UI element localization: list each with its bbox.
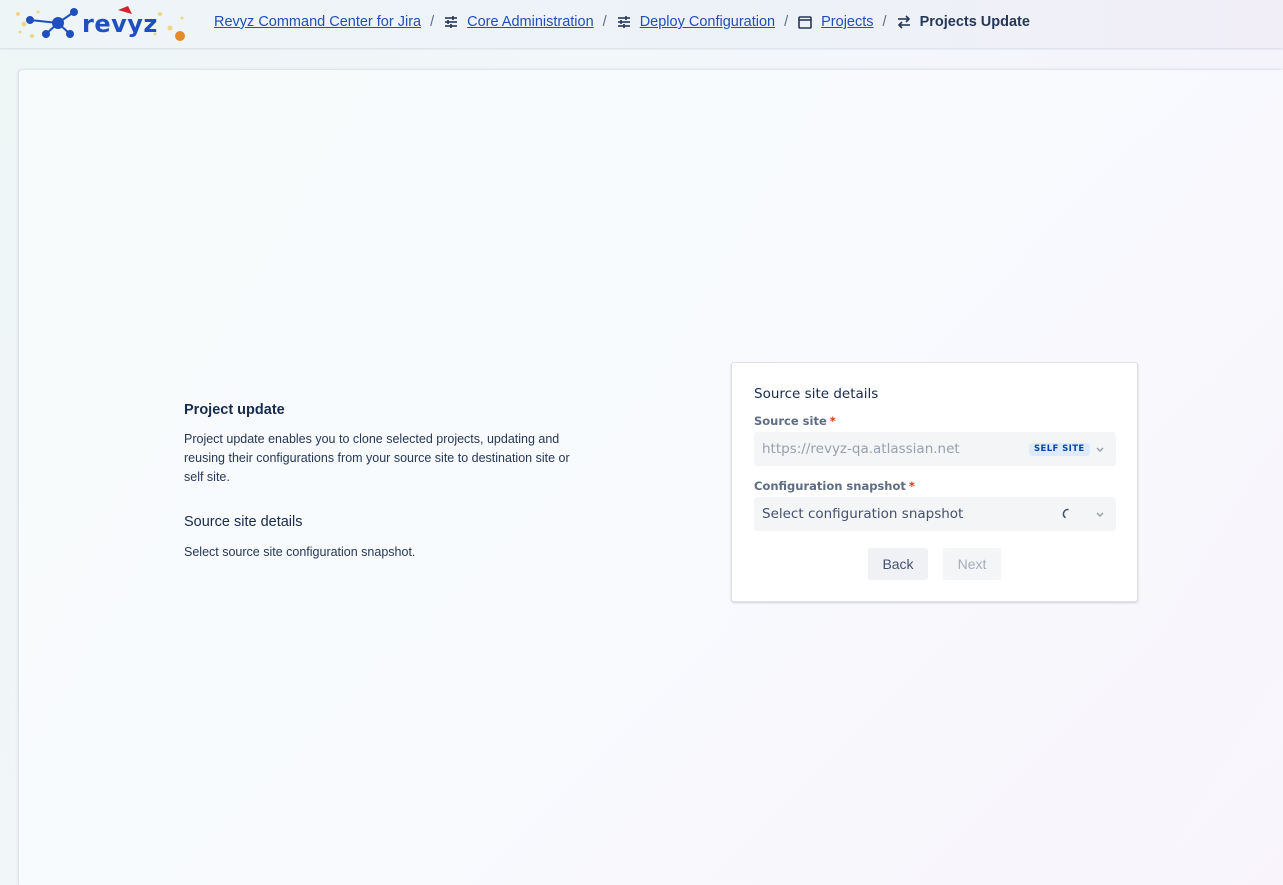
page-title: Project update: [184, 402, 285, 418]
breadcrumb-deploy-configuration[interactable]: Deploy Configuration: [616, 14, 775, 30]
breadcrumb-projects[interactable]: Projects: [797, 14, 874, 30]
swap-arrows-icon: [896, 14, 912, 30]
source-site-select[interactable]: https://revyz-qa.atlassian.net SELF SITE: [754, 432, 1116, 466]
self-site-badge: SELF SITE: [1029, 443, 1090, 456]
breadcrumb-projects-update: Projects Update: [896, 14, 1030, 30]
breadcrumb-separator: /: [784, 14, 789, 30]
logo-wordmark: revyz: [82, 10, 158, 38]
breadcrumb-separator: /: [882, 14, 887, 30]
next-button[interactable]: Next: [943, 548, 1001, 580]
sliders-icon: [616, 14, 632, 30]
page-description: Project update enables you to clone sele…: [184, 432, 570, 484]
chevron-down-icon: [1094, 508, 1106, 520]
chevron-down-icon: [1094, 443, 1106, 455]
breadcrumb-label: Core Administration: [467, 14, 594, 30]
breadcrumb-label: Projects: [821, 14, 874, 30]
configuration-snapshot-select[interactable]: Select configuration snapshot: [754, 497, 1116, 531]
revyz-logo[interactable]: revyz: [10, 4, 190, 44]
breadcrumb: Revyz Command Center for Jira / Core Adm…: [214, 0, 1030, 44]
breadcrumb-label: Revyz Command Center for Jira: [214, 14, 422, 30]
back-button[interactable]: Back: [868, 548, 928, 580]
section-title: Source site details: [184, 514, 303, 530]
source-site-label-text: Source site: [754, 414, 827, 428]
configuration-snapshot-placeholder: Select configuration snapshot: [762, 506, 964, 522]
source-site-label: Source site *: [754, 414, 836, 428]
breadcrumb-separator: /: [430, 14, 435, 30]
card-title: Source site details: [754, 386, 879, 402]
configuration-snapshot-label-text: Configuration snapshot: [754, 479, 906, 493]
breadcrumb-separator: /: [602, 14, 607, 30]
section-description: Select source site configuration snapsho…: [184, 545, 416, 559]
window-icon: [797, 14, 813, 30]
required-mark: *: [829, 414, 836, 428]
sliders-icon: [443, 14, 459, 30]
source-site-card: Source site details Source site * https:/…: [731, 362, 1138, 602]
source-site-value: https://revyz-qa.atlassian.net: [762, 441, 960, 457]
breadcrumb-revyz-command-center[interactable]: Revyz Command Center for Jira: [214, 14, 421, 30]
top-header: revyz Revyz Command Center for Jira / Co…: [0, 0, 1283, 48]
configuration-snapshot-label: Configuration snapshot *: [754, 479, 915, 493]
breadcrumb-label: Deploy Configuration: [639, 14, 776, 30]
loading-spinner-icon: [1062, 508, 1074, 520]
info-section: Project update Project update enables yo…: [184, 402, 584, 562]
breadcrumb-label: Projects Update: [919, 14, 1030, 30]
breadcrumb-core-administration[interactable]: Core Administration: [443, 14, 594, 30]
required-mark: *: [908, 479, 915, 493]
